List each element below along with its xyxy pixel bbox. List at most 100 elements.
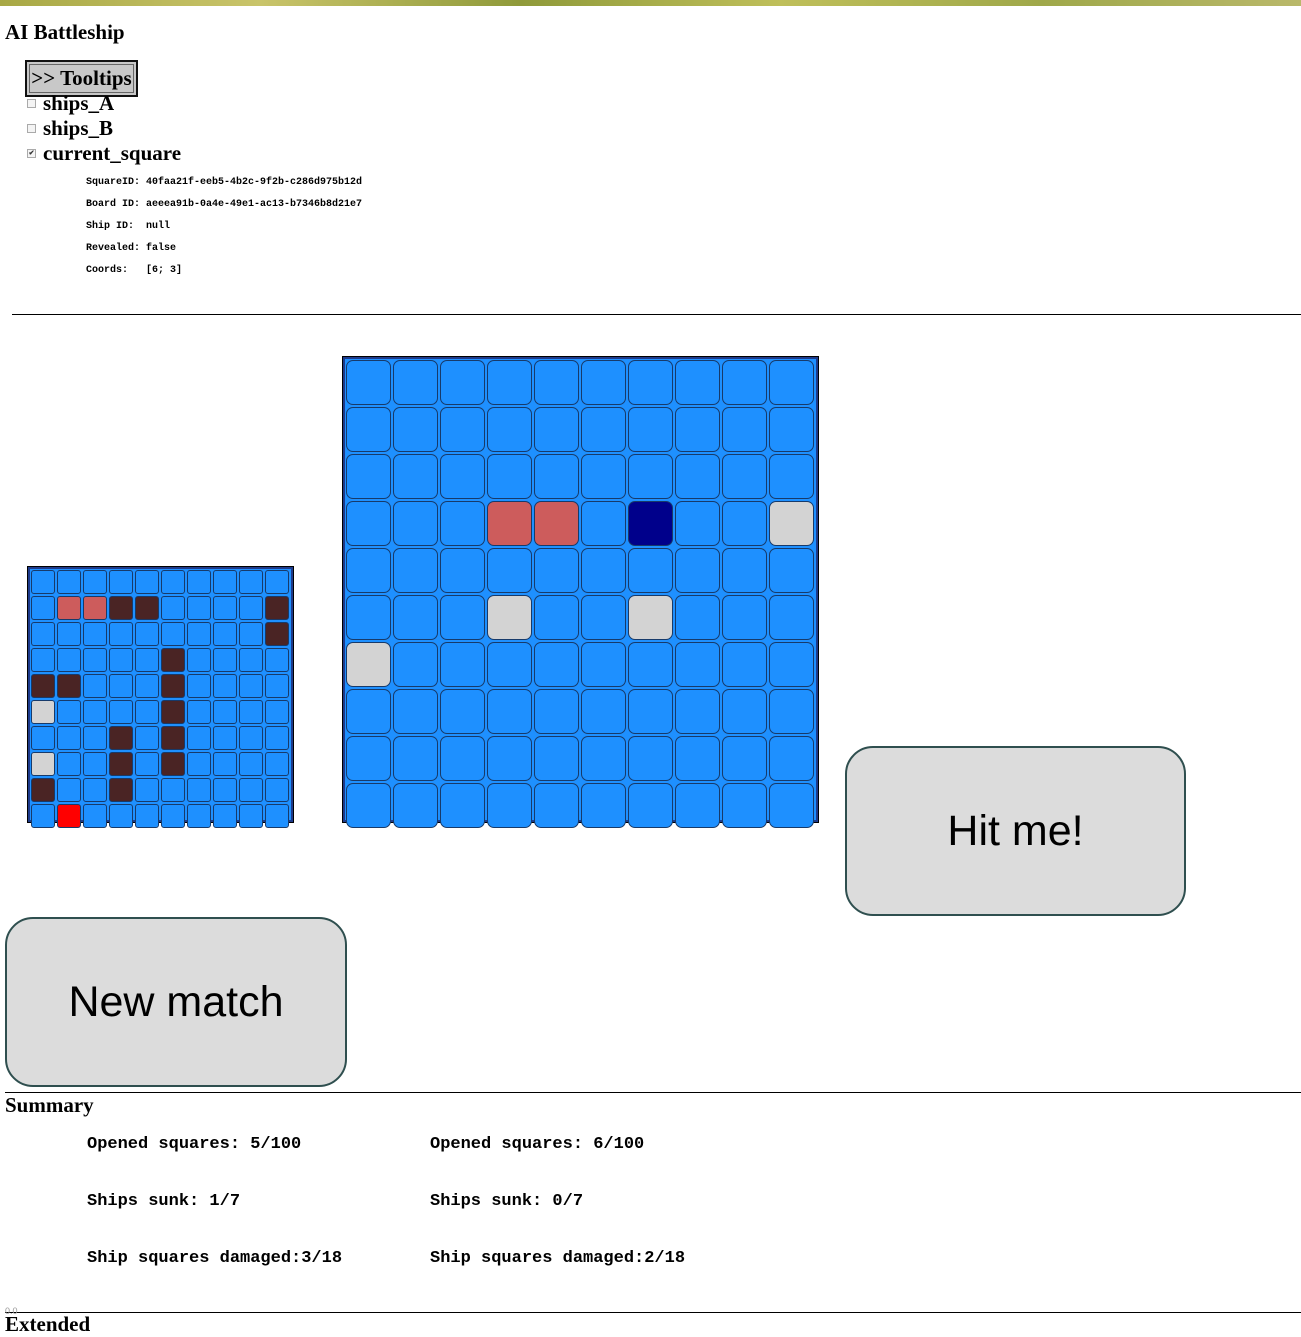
target-board-cell-water[interactable] bbox=[487, 689, 532, 734]
target-board-cell-water[interactable] bbox=[393, 501, 438, 546]
target-board-cell-water[interactable] bbox=[393, 548, 438, 593]
target-board-cell-water[interactable] bbox=[393, 454, 438, 499]
target-board-cell-water[interactable] bbox=[487, 736, 532, 781]
target-board-cell-hit[interactable] bbox=[534, 501, 579, 546]
target-board-cell-current[interactable] bbox=[628, 501, 673, 546]
target-board-cell-water[interactable] bbox=[581, 736, 626, 781]
target-board-cell-water[interactable] bbox=[628, 548, 673, 593]
target-board-cell-water[interactable] bbox=[346, 689, 391, 734]
target-board-cell-water[interactable] bbox=[581, 595, 626, 640]
target-board-cell-water[interactable] bbox=[769, 595, 814, 640]
target-board-cell-water[interactable] bbox=[581, 501, 626, 546]
target-board-cell-water[interactable] bbox=[675, 736, 720, 781]
target-board-cell-water[interactable] bbox=[581, 689, 626, 734]
target-board-cell-water[interactable] bbox=[440, 689, 485, 734]
target-board-cell-water[interactable] bbox=[440, 642, 485, 687]
target-board-cell-water[interactable] bbox=[534, 783, 579, 828]
target-board-cell-water[interactable] bbox=[722, 548, 767, 593]
target-board-cell-water[interactable] bbox=[393, 595, 438, 640]
target-board-cell-miss[interactable] bbox=[628, 595, 673, 640]
target-board-cell-water[interactable] bbox=[534, 548, 579, 593]
target-board-cell-water[interactable] bbox=[675, 783, 720, 828]
target-board-cell-water[interactable] bbox=[346, 360, 391, 405]
target-board-cell-water[interactable] bbox=[487, 454, 532, 499]
target-board-cell-water[interactable] bbox=[440, 501, 485, 546]
target-board-cell-miss[interactable] bbox=[487, 595, 532, 640]
target-board-cell-miss[interactable] bbox=[769, 501, 814, 546]
target-board-cell-water[interactable] bbox=[440, 548, 485, 593]
target-board-cell-water[interactable] bbox=[722, 595, 767, 640]
target-board-cell-water[interactable] bbox=[769, 407, 814, 452]
target-board-cell-water[interactable] bbox=[393, 360, 438, 405]
target-board-cell-water[interactable] bbox=[487, 360, 532, 405]
target-board-cell-water[interactable] bbox=[440, 407, 485, 452]
target-board-cell-water[interactable] bbox=[628, 783, 673, 828]
target-board-cell-water[interactable] bbox=[346, 595, 391, 640]
target-board-cell-water[interactable] bbox=[769, 360, 814, 405]
target-board-cell-water[interactable] bbox=[346, 407, 391, 452]
target-board-cell-water[interactable] bbox=[346, 454, 391, 499]
target-board-cell-water[interactable] bbox=[722, 689, 767, 734]
target-board-cell-water[interactable] bbox=[675, 689, 720, 734]
target-board-cell-water[interactable] bbox=[628, 407, 673, 452]
target-board-cell-water[interactable] bbox=[769, 454, 814, 499]
ships-a-checkbox[interactable] bbox=[27, 99, 36, 108]
target-board-cell-water[interactable] bbox=[769, 783, 814, 828]
target-board-cell-water[interactable] bbox=[675, 595, 720, 640]
option-ships-b[interactable]: ships_B bbox=[27, 116, 113, 141]
target-board-cell-water[interactable] bbox=[581, 454, 626, 499]
target-board-cell-water[interactable] bbox=[581, 360, 626, 405]
target-board-cell-water[interactable] bbox=[628, 454, 673, 499]
target-board-cell-water[interactable] bbox=[346, 548, 391, 593]
current-square-checkbox[interactable]: ✔ bbox=[27, 149, 36, 158]
target-board-cell-water[interactable] bbox=[534, 360, 579, 405]
target-board-cell-water[interactable] bbox=[346, 736, 391, 781]
target-board-cell-water[interactable] bbox=[534, 407, 579, 452]
target-board-cell-water[interactable] bbox=[581, 548, 626, 593]
target-board-cell-water[interactable] bbox=[722, 454, 767, 499]
target-board-cell-miss[interactable] bbox=[346, 642, 391, 687]
target-board-cell-water[interactable] bbox=[722, 783, 767, 828]
target-board-cell-water[interactable] bbox=[628, 689, 673, 734]
target-board-cell-water[interactable] bbox=[440, 454, 485, 499]
target-board-cell-water[interactable] bbox=[769, 642, 814, 687]
new-match-button[interactable]: New match bbox=[5, 917, 347, 1087]
target-board-cell-water[interactable] bbox=[769, 689, 814, 734]
target-board-cell-water[interactable] bbox=[440, 783, 485, 828]
target-board-cell-water[interactable] bbox=[440, 360, 485, 405]
target-board-cell-water[interactable] bbox=[722, 360, 767, 405]
target-board-cell-water[interactable] bbox=[769, 548, 814, 593]
target-board-cell-water[interactable] bbox=[534, 642, 579, 687]
ships-b-checkbox[interactable] bbox=[27, 124, 36, 133]
target-board-cell-water[interactable] bbox=[487, 642, 532, 687]
target-board-cell-water[interactable] bbox=[440, 736, 485, 781]
target-board-cell-water[interactable] bbox=[675, 642, 720, 687]
target-board-cell-water[interactable] bbox=[534, 595, 579, 640]
target-board-cell-water[interactable] bbox=[675, 407, 720, 452]
target-board-cell-water[interactable] bbox=[346, 501, 391, 546]
target-board-cell-water[interactable] bbox=[393, 783, 438, 828]
target-board-cell-water[interactable] bbox=[346, 783, 391, 828]
target-board-cell-water[interactable] bbox=[675, 454, 720, 499]
target-board-cell-water[interactable] bbox=[769, 736, 814, 781]
target-board-cell-water[interactable] bbox=[393, 642, 438, 687]
target-board-cell-water[interactable] bbox=[487, 548, 532, 593]
target-board-cell-water[interactable] bbox=[722, 736, 767, 781]
option-ships-a[interactable]: ships_A bbox=[27, 91, 114, 116]
target-board-cell-water[interactable] bbox=[675, 501, 720, 546]
target-board-cell-water[interactable] bbox=[628, 736, 673, 781]
target-board-cell-water[interactable] bbox=[534, 736, 579, 781]
target-board-cell-water[interactable] bbox=[675, 548, 720, 593]
target-board-cell-water[interactable] bbox=[581, 783, 626, 828]
target-board-cell-water[interactable] bbox=[487, 783, 532, 828]
target-board-cell-water[interactable] bbox=[628, 642, 673, 687]
target-board-cell-water[interactable] bbox=[581, 407, 626, 452]
target-board-cell-water[interactable] bbox=[440, 595, 485, 640]
option-current-square[interactable]: ✔ current_square bbox=[27, 141, 181, 166]
target-board-cell-water[interactable] bbox=[487, 407, 532, 452]
target-board-cell-water[interactable] bbox=[393, 689, 438, 734]
target-board-cell-water[interactable] bbox=[393, 407, 438, 452]
target-board-cell-water[interactable] bbox=[722, 642, 767, 687]
hit-me-button[interactable]: Hit me! bbox=[845, 746, 1186, 916]
target-board-cell-water[interactable] bbox=[722, 501, 767, 546]
